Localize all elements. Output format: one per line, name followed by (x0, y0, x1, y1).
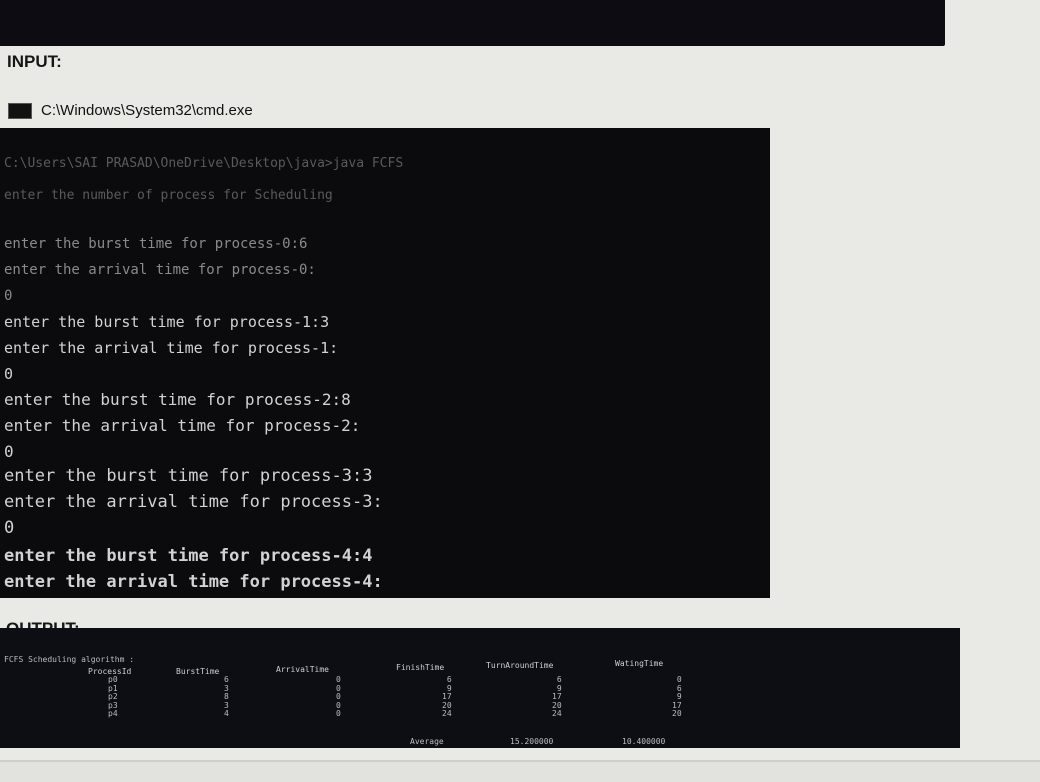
table-cell: 0 (336, 709, 341, 718)
terminal-console[interactable]: C:\Users\SAI PRASAD\OneDrive\Desktop\jav… (0, 128, 770, 598)
cmd-window-titlebar: C:\Windows\System32\cmd.exe (8, 102, 253, 119)
table-cell: 20 (672, 709, 682, 718)
terminal-line: enter the burst time for process-3:3 (4, 466, 373, 486)
terminal-line: C:\Users\SAI PRASAD\OneDrive\Desktop\jav… (4, 156, 404, 171)
terminal-line: enter the arrival time for process-3: (4, 492, 383, 512)
terminal-line: enter the burst time for process-4:4 (4, 546, 373, 566)
terminal-line: 0 (4, 288, 13, 304)
terminal-line: enter the burst time for process-1:3 (4, 313, 330, 331)
terminal-line: enter the burst time for process-0:6 (4, 236, 308, 252)
table-cell: p4 (108, 709, 118, 718)
col-header-turnaroundtime: TurnAroundTime (486, 661, 554, 670)
column-arrivaltime: 0 0 0 0 0 (336, 676, 341, 719)
terminal-line: enter the burst time for process-2:8 (4, 390, 351, 409)
column-turnaroundtime: 6 9 17 20 24 (552, 676, 562, 719)
column-finishtime: 6 9 17 20 24 (442, 676, 452, 719)
terminal-line: enter the number of process for Scheduli… (4, 188, 333, 203)
col-header-arrivaltime: ArrivalTime (276, 665, 329, 674)
column-waitingtime: 0 6 9 17 20 (672, 676, 682, 719)
terminal-line: 0 (4, 365, 14, 383)
input-heading: INPUT: (7, 52, 62, 71)
column-processid: p0 p1 p2 p3 p4 (108, 676, 118, 719)
table-cell: 4 (224, 709, 229, 718)
output-title: FCFS Scheduling algorithm : (4, 655, 135, 664)
terminal-line: enter the arrival time for process-0: (4, 262, 316, 278)
average-waiting-value: 10.400000 (622, 737, 666, 746)
terminal-line: 0 (4, 442, 14, 461)
table-cell: 24 (442, 709, 452, 718)
table-cell: 24 (552, 709, 562, 718)
col-header-waitingtime: WatingTime (615, 659, 664, 668)
terminal-line: enter the arrival time for process-2: (4, 416, 361, 435)
page-bottom-edge (0, 760, 1040, 782)
top-window-strip (0, 0, 945, 46)
column-bursttime: 6 3 8 3 4 (224, 676, 229, 719)
output-console: FCFS Scheduling algorithm : ProcessId Bu… (0, 628, 960, 748)
cmd-window-title: C:\Windows\System32\cmd.exe (41, 102, 253, 119)
col-header-finishtime: FinishTime (396, 663, 445, 672)
average-turnaround-value: 15.200000 (510, 737, 554, 746)
cmd-icon (8, 102, 32, 119)
terminal-line: enter the arrival time for process-4: (4, 572, 383, 592)
average-label: Average (410, 737, 444, 746)
terminal-line: 0 (4, 518, 15, 538)
col-header-bursttime: BurstTime (176, 667, 220, 676)
terminal-line: enter the arrival time for process-1: (4, 339, 339, 357)
